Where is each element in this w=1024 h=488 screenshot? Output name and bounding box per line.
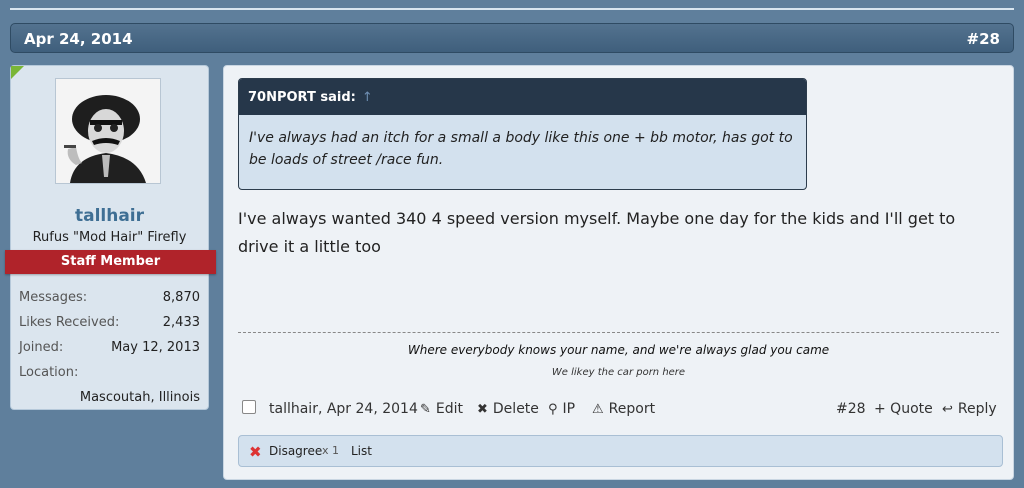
jump-to-quote-icon[interactable]: ↑ — [362, 90, 373, 105]
quote-author: 70NPORT said: — [248, 90, 356, 105]
post-date-bar: Apr 24, 2014 #28 — [10, 23, 1014, 53]
stat-value: 2,433 — [162, 315, 200, 330]
post-author-date[interactable]: tallhair, Apr 24, 2014 — [269, 401, 418, 417]
post-number-link[interactable]: #28 — [967, 30, 1000, 48]
reply-button[interactable]: ↩ Reply — [942, 401, 997, 417]
stat-label: Location: — [19, 365, 79, 380]
delete-button[interactable]: ✖ Delete — [477, 401, 539, 417]
quote-text: I've always had an itch for a small a bo… — [249, 130, 793, 168]
reply-icon: ↩ — [942, 402, 953, 417]
ip-button[interactable]: ⚲ IP — [548, 401, 575, 417]
close-icon: ✖ — [477, 402, 488, 417]
post-controls: tallhair, Apr 24, 2014 ✎ Edit ✖ Delete ⚲ IP… — [242, 400, 999, 420]
user-stats: Messages: 8,870 Likes Received: 2,433 Jo… — [19, 290, 200, 405]
quote-button[interactable]: + Quote — [874, 401, 933, 417]
stat-label: Likes Received: — [19, 315, 120, 330]
edit-button[interactable]: ✎ Edit — [420, 401, 463, 417]
report-button[interactable]: ⚠ Report — [592, 401, 655, 417]
signature-divider — [238, 332, 999, 333]
user-info-panel: tallhair Rufus "Mod Hair" Firefly Staff … — [5, 65, 216, 410]
post-date: Apr 24, 2014 — [24, 30, 133, 48]
username-link[interactable]: tallhair — [11, 206, 208, 226]
top-divider — [10, 8, 1014, 10]
stat-value: May 12, 2013 — [111, 340, 200, 355]
search-icon: ⚲ — [548, 402, 558, 417]
groucho-portrait-image — [56, 79, 160, 183]
location-value[interactable]: Mascoutah, Illinois — [80, 390, 200, 405]
quote-header: 70NPORT said: ↑ — [239, 79, 806, 115]
user-title: Rufus "Mod Hair" Firefly — [32, 230, 187, 245]
ratings-list-link[interactable]: List — [351, 444, 372, 458]
stat-value[interactable]: 8,870 — [163, 290, 200, 305]
stat-messages: Messages: 8,870 — [19, 290, 200, 315]
post-content: 70NPORT said: ↑ I've always had an itch f… — [223, 65, 1014, 480]
select-post-checkbox[interactable] — [242, 400, 256, 414]
stat-label: Messages: — [19, 290, 88, 305]
signature-line-2: We likey the car porn here — [551, 367, 686, 378]
rating-count: x 1 — [322, 444, 340, 457]
warning-icon: ⚠ — [592, 402, 604, 417]
stat-location: Location: Mascoutah, Illinois — [19, 365, 200, 405]
rating-label: Disagree — [269, 444, 323, 458]
message-text: I've always wanted 340 4 speed version m… — [238, 209, 956, 256]
post-number-link[interactable]: #28 — [836, 401, 866, 417]
staff-member-badge: Staff Member — [5, 250, 216, 274]
ratings-summary: ✖ Disagree x 1 List — [238, 435, 1003, 467]
online-indicator — [11, 66, 24, 79]
avatar[interactable] — [55, 78, 161, 184]
signature-line-1: Where everybody knows your name, and we'… — [407, 343, 830, 357]
stat-likes-received: Likes Received: 2,433 — [19, 315, 200, 340]
disagree-icon: ✖ — [249, 443, 262, 461]
stat-joined: Joined: May 12, 2013 — [19, 340, 200, 365]
stat-label: Joined: — [19, 340, 64, 355]
pencil-icon: ✎ — [420, 402, 431, 417]
quote-block: 70NPORT said: ↑ I've always had an itch f… — [238, 78, 807, 190]
